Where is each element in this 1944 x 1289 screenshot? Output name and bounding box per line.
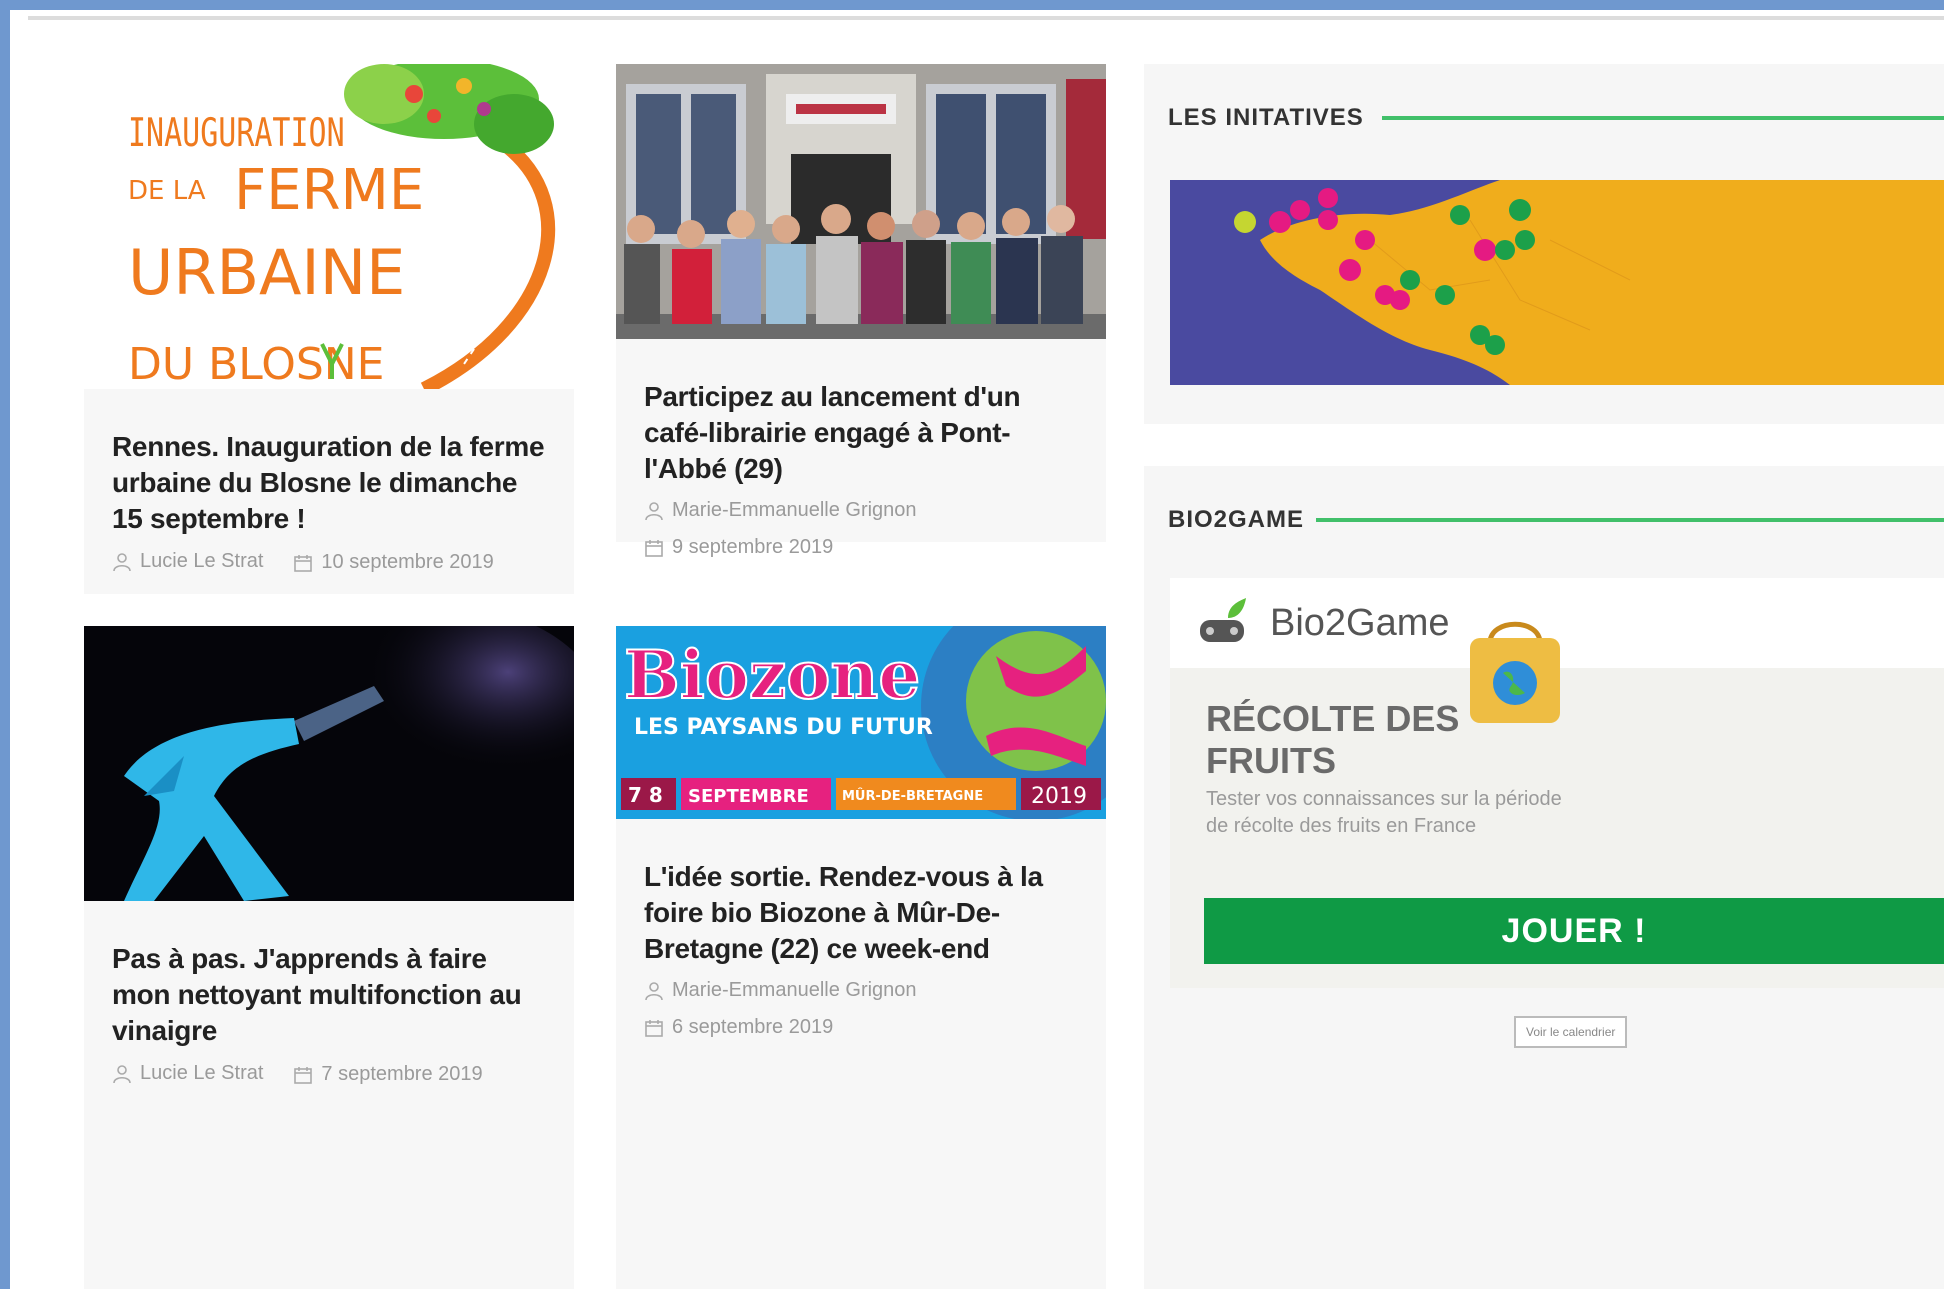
calendar-icon (294, 554, 313, 572)
title-underline (1382, 116, 1944, 120)
article-date: 7 septembre 2019 (293, 1063, 483, 1086)
article-date: 9 septembre 2019 (644, 536, 1078, 559)
spray-bottle-photo (84, 626, 574, 901)
article-author[interactable]: Marie-Emmanuelle Grignon (644, 979, 1078, 1002)
bio2game-widget: BIO2GAME Bio2Game RÉCOLTE DES FRUITS Tes… (1144, 466, 1944, 1289)
date-text: 10 septembre 2019 (321, 551, 494, 573)
article-author[interactable]: Marie-Emmanuelle Grignon (644, 499, 1078, 522)
author-name[interactable]: Lucie Le Strat (140, 1062, 263, 1085)
play-button[interactable]: JOUER ! (1204, 898, 1944, 964)
biozone-month: SEPTEMBRE (688, 786, 809, 807)
game-description: Tester vos connaissances sur la période … (1206, 788, 1562, 837)
author-name[interactable]: Marie-Emmanuelle Grignon (672, 979, 917, 1002)
image-text-line2b: FERME (234, 158, 424, 223)
article-title[interactable]: Participez au lancement d'un café-librai… (644, 379, 1078, 487)
bio2game-brand: Bio2Game (1270, 602, 1450, 644)
page: INAUGURATION DE LA FERME URBAINE DU BLOS… (10, 10, 1944, 1289)
date-text: 9 septembre 2019 (672, 536, 834, 558)
biozone-place: MÛR-DE-BRETAGNE (842, 788, 983, 804)
ferme-urbaine-illustration: INAUGURATION DE LA FERME URBAINE DU BLOS… (128, 64, 556, 389)
widget-title: LES INITATIVES (1168, 104, 1364, 131)
biozone-banner: Biozone LES PAYSANS DU FUTUR 7 8 SEPTEMB… (616, 626, 1106, 819)
widget-title: BIO2GAME (1168, 506, 1305, 533)
biozone-days: 7 8 (628, 783, 663, 807)
article-date: 6 septembre 2019 (644, 1016, 1078, 1039)
article-image[interactable]: Biozone LES PAYSANS DU FUTUR 7 8 SEPTEMB… (616, 626, 1106, 819)
biozone-year: 2019 (1031, 784, 1087, 809)
calendar-icon (645, 1019, 663, 1037)
image-text-line2a: DE LA (128, 176, 206, 206)
article-card[interactable]: INAUGURATION DE LA FERME URBAINE DU BLOS… (84, 64, 574, 594)
user-icon (645, 981, 663, 1000)
article-author[interactable]: Lucie Le Strat (112, 1061, 263, 1086)
article-card[interactable]: Pas à pas. J'apprends à faire mon nettoy… (84, 626, 574, 1289)
author-name[interactable]: Lucie Le Strat (140, 550, 263, 573)
title-underline (1316, 518, 1944, 522)
article-author[interactable]: Lucie Le Strat (112, 549, 263, 574)
user-icon (113, 552, 131, 571)
user-icon (113, 1064, 131, 1083)
user-icon (645, 501, 663, 520)
article-image[interactable] (616, 64, 1106, 339)
article-date: 10 septembre 2019 (293, 551, 494, 574)
article-title[interactable]: Rennes. Inauguration de la ferme urbaine… (112, 429, 546, 537)
bio2game-card: Bio2Game RÉCOLTE DES FRUITS Tester vos c… (1170, 578, 1944, 988)
initiatives-map[interactable] (1170, 180, 1944, 385)
biozone-brand-text: Biozone (624, 636, 920, 714)
calendar-icon (294, 1066, 313, 1084)
date-text: 7 septembre 2019 (321, 1063, 483, 1085)
article-title[interactable]: L'idée sortie. Rendez-vous à la foire bi… (644, 859, 1078, 967)
top-divider (28, 16, 1944, 20)
group-photo (616, 64, 1106, 339)
article-card[interactable]: Biozone LES PAYSANS DU FUTUR 7 8 SEPTEMB… (616, 626, 1106, 1289)
article-title[interactable]: Pas à pas. J'apprends à faire mon nettoy… (112, 941, 546, 1049)
brittany-map (1170, 180, 1944, 385)
calendar-icon (645, 539, 663, 557)
gamepad-leaf-icon (1200, 598, 1246, 642)
initiatives-widget: LES INITATIVES (1144, 64, 1944, 424)
article-image[interactable]: INAUGURATION DE LA FERME URBAINE DU BLOS… (84, 64, 574, 389)
calendar-link-button[interactable]: Voir le calendrier (1514, 1016, 1628, 1048)
date-text: 6 septembre 2019 (672, 1016, 834, 1038)
biozone-tagline: LES PAYSANS DU FUTUR (634, 715, 933, 740)
article-image[interactable] (84, 626, 574, 901)
image-text-line1: INAUGURATION (128, 111, 345, 156)
game-heading: RÉCOLTE DES FRUITS (1206, 698, 1460, 781)
author-name[interactable]: Marie-Emmanuelle Grignon (672, 499, 917, 522)
image-text-line3: URBAINE (128, 236, 405, 309)
image-text-line4: DU BLOSNE (128, 339, 384, 389)
article-card[interactable]: Participez au lancement d'un café-librai… (616, 64, 1106, 558)
